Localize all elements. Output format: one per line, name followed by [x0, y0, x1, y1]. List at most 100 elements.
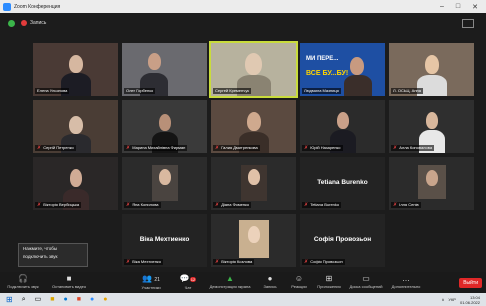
mic-muted-icon: ✗ — [304, 259, 309, 265]
participant-name: ✗ Діана Фоменко — [213, 202, 252, 208]
mic-muted-icon: ✗ — [393, 145, 398, 151]
share-screen-label: Демонстрация экрана — [209, 284, 251, 289]
participant-face — [247, 112, 261, 131]
office-icon[interactable]: ■ — [77, 293, 81, 306]
mic-muted-icon: ✗ — [37, 202, 42, 208]
join-audio-button[interactable]: 🎧 Подключить звук — [6, 274, 40, 289]
stop-video-button[interactable]: ■ Остановить видео — [48, 274, 90, 289]
system-tray: ∧ УКР 13:04 01.06.2022 — [441, 295, 480, 305]
participant-face — [248, 169, 260, 185]
participant-tile[interactable]: Л. ОСЬЦ. Анна — [389, 43, 474, 96]
participant-tile[interactable]: Елена Ульянова — [33, 43, 118, 96]
participant-face — [148, 53, 161, 70]
mic-muted-icon: ✗ — [304, 145, 309, 151]
clock-date: 01.06.2022 — [459, 299, 480, 305]
participant-center-name: Софія Провозьон — [313, 236, 372, 243]
share-screen-icon: ▲ — [226, 274, 234, 283]
share-screen-button[interactable]: ▲ Демонстрация экрана — [206, 274, 254, 289]
participant-body — [344, 75, 372, 96]
participant-name: ✗ Віка Мехтиенко — [124, 259, 163, 265]
mic-muted-icon: ✗ — [126, 202, 131, 208]
search-icon[interactable]: ⌕ — [22, 293, 26, 306]
participants-label: Участники — [141, 285, 161, 290]
participant-tile[interactable]: ✗ Юрій Назаренко — [300, 100, 385, 153]
clock[interactable]: 13:04 01.06.2022 — [460, 295, 480, 305]
participant-name: ✗ Галия Дмитренкова — [213, 145, 260, 151]
leave-meeting-button[interactable]: Выйти — [459, 278, 482, 288]
reactions-button[interactable]: ☺ Реакции — [288, 274, 310, 289]
chat-count-badge: 12 — [189, 277, 197, 282]
edge-icon[interactable]: ● — [63, 293, 67, 306]
participant-tile[interactable]: ✗ Вікторія Козлова — [211, 214, 296, 267]
participant-tile[interactable]: Олег Горбенко — [122, 43, 207, 96]
close-button[interactable]: ✕ — [472, 3, 478, 11]
participant-face — [248, 226, 260, 243]
apps-button[interactable]: ⊞ Приложения — [314, 274, 344, 289]
minimize-button[interactable]: – — [440, 3, 444, 11]
language-indicator[interactable]: УКР — [448, 297, 456, 302]
participant-tile[interactable]: ✗ Ілля Сенів — [389, 157, 474, 210]
participant-name: ✗ Сергій Петренко — [35, 145, 76, 151]
window-titlebar: Zoom Конференция – □ ✕ — [0, 0, 486, 13]
participant-tile-active-speaker[interactable]: Сергей Кременчук — [209, 41, 298, 98]
participant-face — [70, 169, 82, 187]
mic-muted-icon: ✗ — [126, 145, 131, 151]
tooltip-line1: Нажмите, чтобы — [23, 246, 58, 251]
participant-name: ✗ Ілля Сенів — [391, 202, 421, 208]
headphones-icon: 🎧 — [18, 274, 28, 283]
meeting-infobar: Запись — [0, 13, 486, 33]
participant-face — [426, 112, 438, 129]
participant-name: Олег Горбенко — [124, 88, 156, 94]
participant-tile[interactable]: Tetiana Burenko ✗ Tetiana Burenko — [300, 157, 385, 210]
participant-face — [350, 57, 364, 75]
windows-start-icon[interactable]: ⊞ — [6, 295, 13, 304]
participant-name: Л. ОСЬЦ. Анна — [391, 88, 423, 94]
participant-tile[interactable]: ✗ Діана Фоменко — [211, 157, 296, 210]
participants-button[interactable]: 👥 21 Участники — [134, 274, 168, 290]
task-view-icon[interactable]: ▭ — [35, 293, 42, 306]
chrome-icon[interactable]: ● — [103, 293, 107, 306]
maximize-button[interactable]: □ — [456, 3, 460, 11]
join-audio-tooltip[interactable]: Нажмите, чтобы подключить звук — [18, 243, 88, 267]
view-toggle-button[interactable] — [462, 18, 474, 28]
file-explorer-icon[interactable]: ■ — [50, 293, 54, 306]
participant-tile[interactable]: МИ ПЕРЕ... ВСЕ БУ...БУ! Людмила Мазниця — [300, 43, 385, 96]
participant-name: ✗ Вікторія Вербицька — [35, 202, 82, 208]
apps-icon: ⊞ — [325, 274, 333, 283]
participant-tile[interactable]: ✗ Галия Дмитренкова — [211, 100, 296, 153]
participant-face — [159, 114, 171, 131]
stop-video-label: Остановить видео — [51, 284, 87, 289]
security-shield-icon[interactable] — [8, 19, 15, 27]
more-icon: … — [402, 274, 410, 283]
participant-center-name: Tetiana Burenko — [317, 179, 368, 186]
participant-tile[interactable]: Віка Мехтиенко ✗ Віка Мехтиенко — [122, 214, 207, 267]
participant-tile[interactable]: Софія Провозьон ✗ Софія Провозьон — [300, 214, 385, 267]
participant-name: Елена Ульянова — [35, 88, 70, 94]
zoom-logo-icon — [3, 2, 11, 11]
participant-tile[interactable]: ✗ Яна Копилова — [122, 157, 207, 210]
whiteboard-button[interactable]: ▭ Доска сообщений — [348, 274, 384, 289]
mic-muted-icon: ✗ — [37, 145, 42, 151]
mic-muted-icon: ✗ — [215, 145, 220, 151]
join-audio-label: Подключить звук — [7, 284, 39, 289]
zoom-taskbar-icon[interactable]: ● — [90, 293, 94, 306]
record-button[interactable]: ● Запись — [260, 274, 280, 289]
participant-tile[interactable]: ✗ Вікторія Вербицька — [33, 157, 118, 210]
participant-tile[interactable]: ✗ Алла Коновалова — [389, 100, 474, 153]
participant-tile[interactable]: ✗ Сергій Петренко — [33, 100, 118, 153]
video-camera-icon: ■ — [66, 274, 72, 283]
tooltip-line2: подключить звук — [23, 254, 58, 259]
participant-face — [337, 112, 349, 129]
network-icon[interactable]: ∧ — [441, 297, 444, 302]
chat-button[interactable]: 💬12 Чат — [178, 274, 198, 290]
participant-tile[interactable]: ✗ Марина Михайлівна Фирман — [122, 100, 207, 153]
participant-center-name: Віка Мехтиенко — [139, 236, 190, 243]
participant-face — [425, 55, 439, 74]
participant-face — [159, 169, 171, 185]
chat-icon: 💬12 — [179, 274, 197, 283]
participant-face — [69, 116, 83, 134]
more-button[interactable]: … Дополнительно — [390, 274, 422, 289]
mic-muted-icon: ✗ — [304, 202, 309, 208]
recording-label: Запись — [30, 20, 47, 26]
participant-name: Людмила Мазниця — [302, 88, 341, 94]
